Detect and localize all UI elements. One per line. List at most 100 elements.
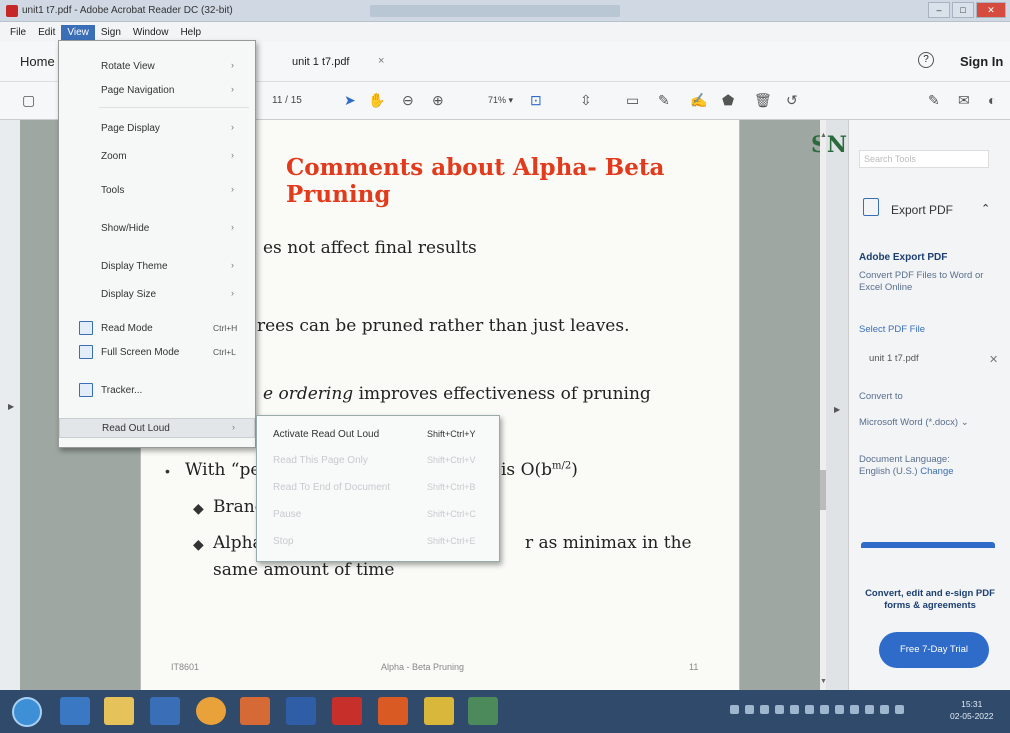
title-bar: unit1 t7.pdf - Adobe Acrobat Reader DC (… (0, 0, 1010, 22)
free-trial-button[interactable]: Free 7-Day Trial (879, 632, 989, 668)
scroll-down-icon[interactable]: ▼ (820, 678, 827, 685)
right-pane-toggle-icon[interactable]: ▶ (834, 405, 840, 414)
menu-item-read-mode[interactable]: Read Mode Ctrl+H (59, 319, 255, 339)
tab-home[interactable]: Home (20, 54, 55, 69)
chrome-icon[interactable] (196, 697, 226, 725)
powerpoint-icon[interactable] (240, 697, 270, 725)
tools-pane: Search Tools Export PDF ⌃ Adobe Export P… (848, 120, 1010, 690)
selected-file: unit 1 t7.pdf (869, 353, 919, 364)
footer-topic: Alpha - Beta Pruning (381, 662, 465, 672)
promo-text: Convert, edit and e-sign PDF forms & agr… (865, 588, 995, 611)
footer-page-number: 11 (689, 662, 699, 672)
sign-icon[interactable]: ✍ (690, 92, 707, 109)
export-pdf-title[interactable]: Export PDF (891, 203, 953, 217)
menu-item-pause: Pause Shift+Ctrl+C (273, 509, 477, 520)
diamond-bullet-icon: ◆ (193, 536, 204, 552)
save-icon[interactable]: ▢ (22, 92, 35, 109)
ie-icon[interactable] (60, 697, 90, 725)
delete-icon[interactable]: 🗑 (754, 92, 772, 109)
stamp-icon[interactable]: ⬟ (722, 92, 734, 109)
sign-in-link[interactable]: Sign In (960, 54, 1003, 69)
convert-format-select[interactable]: Microsoft Word (*.docx) ⌄ (859, 417, 969, 428)
bullet-icon: • (165, 463, 170, 479)
system-tray[interactable] (730, 705, 940, 717)
menu-item-zoom[interactable]: Zoom › (59, 147, 255, 167)
start-button[interactable] (12, 697, 42, 727)
zoom-level[interactable]: 71% ▾ (488, 95, 513, 106)
slide-title: Comments about Alpha- Beta Pruning (286, 154, 665, 208)
menu-item-rotate-view[interactable]: Rotate View › (59, 57, 255, 77)
minimize-button[interactable]: – (928, 2, 950, 18)
slide-line-7: same amount of time (213, 560, 395, 580)
remove-file-icon[interactable]: ✕ (989, 353, 998, 366)
document-language: Document Language: English (U.S.) Change (859, 454, 954, 477)
menu-item-tools[interactable]: Tools › (59, 181, 255, 201)
slide-line-3: e ordering improves effectiveness of pru… (263, 384, 651, 404)
select-file-link[interactable]: Select PDF File (859, 324, 925, 335)
file-explorer-icon[interactable] (104, 697, 134, 725)
app-taskbar-icon[interactable] (378, 697, 408, 725)
hand-tool-icon[interactable]: ✋ (368, 92, 385, 109)
clock[interactable]: 15:31 02-05-2022 (950, 698, 993, 722)
menu-separator (99, 107, 249, 108)
menu-item-full-screen[interactable]: Full Screen Mode Ctrl+L (59, 343, 255, 363)
search-tools-input[interactable]: Search Tools (859, 150, 989, 168)
maximize-button[interactable]: □ (952, 2, 974, 18)
menu-item-page-navigation[interactable]: Page Navigation › (59, 81, 255, 101)
menu-window[interactable]: Window (127, 25, 175, 40)
help-icon[interactable]: ? (918, 52, 934, 68)
email-icon[interactable]: ✉ (958, 92, 970, 109)
app-taskbar-icon-2[interactable] (424, 697, 454, 725)
view-menu: Rotate View › Page Navigation › Page Displ… (58, 40, 256, 448)
diamond-bullet-icon: ◆ (193, 500, 204, 516)
left-pane-expand-icon[interactable]: ▶ (8, 402, 14, 411)
close-window-button[interactable]: ✕ (976, 2, 1006, 18)
tracker-icon (79, 383, 93, 397)
menu-edit[interactable]: Edit (32, 25, 61, 40)
menu-item-page-display[interactable]: Page Display › (59, 119, 255, 139)
scroll-mode-icon[interactable]: ⇳ (580, 92, 592, 109)
tab-close-icon[interactable]: × (378, 55, 384, 67)
menu-file[interactable]: File (4, 25, 32, 40)
zoom-in-icon[interactable]: ⊕ (432, 92, 444, 109)
menu-item-display-size[interactable]: Display Size › (59, 285, 255, 305)
pen-icon[interactable]: ✎ (658, 92, 670, 109)
full-screen-icon (79, 345, 93, 359)
page-number[interactable]: 11 / 15 (272, 95, 302, 106)
profile-icon[interactable]: ◐ (988, 92, 996, 108)
menu-item-tracker[interactable]: Tracker... (59, 381, 255, 401)
rotate-icon[interactable]: ↺ (786, 92, 798, 109)
word-icon[interactable] (286, 697, 316, 725)
change-language-link[interactable]: Change (920, 466, 953, 477)
tab-document[interactable]: unit 1 t7.pdf (292, 56, 350, 68)
convert-button[interactable] (861, 542, 995, 548)
collapse-icon[interactable]: ⌃ (981, 202, 990, 215)
scrollbar-thumb[interactable] (820, 470, 826, 510)
menu-item-display-theme[interactable]: Display Theme › (59, 257, 255, 277)
slide-line-2: rees can be pruned rather than just leav… (257, 316, 630, 336)
scroll-up-icon[interactable]: ▲ (820, 132, 827, 139)
menu-item-read-to-end: Read To End of Document Shift+Ctrl+B (273, 482, 476, 493)
menu-item-read-out-loud[interactable]: Read Out Loud › (59, 418, 255, 438)
title-bar-center (370, 5, 620, 17)
slide-line-4-end: is O(bm/2) (501, 460, 578, 480)
convert-to-label: Convert to (859, 391, 903, 402)
menu-sign[interactable]: Sign (95, 25, 127, 40)
menu-bar: File Edit View Sign Window Help (0, 22, 1010, 42)
select-tool-icon[interactable]: ➤ (344, 92, 356, 109)
fit-page-icon[interactable]: ⊡ (530, 92, 542, 109)
vertical-scrollbar[interactable]: ▲ ▼ (820, 120, 827, 690)
menu-view[interactable]: View (61, 24, 95, 40)
acrobat-taskbar-icon[interactable] (332, 697, 362, 725)
fill-sign-icon[interactable]: ✎ (928, 92, 940, 109)
outlook-icon[interactable] (150, 697, 180, 725)
menu-item-stop: Stop Shift+Ctrl+E (273, 536, 476, 547)
menu-item-activate-read-out-loud[interactable]: Activate Read Out Loud Shift+Ctrl+Y (257, 424, 499, 446)
export-heading: Adobe Export PDF (859, 252, 948, 263)
menu-item-show-hide[interactable]: Show/Hide › (59, 219, 255, 239)
comment-icon[interactable]: ▭ (626, 92, 639, 109)
footer-course-code: IT8601 (171, 662, 200, 672)
menu-help[interactable]: Help (174, 25, 207, 40)
app-taskbar-icon-3[interactable] (468, 697, 498, 725)
zoom-out-icon[interactable]: ⊖ (402, 92, 414, 109)
